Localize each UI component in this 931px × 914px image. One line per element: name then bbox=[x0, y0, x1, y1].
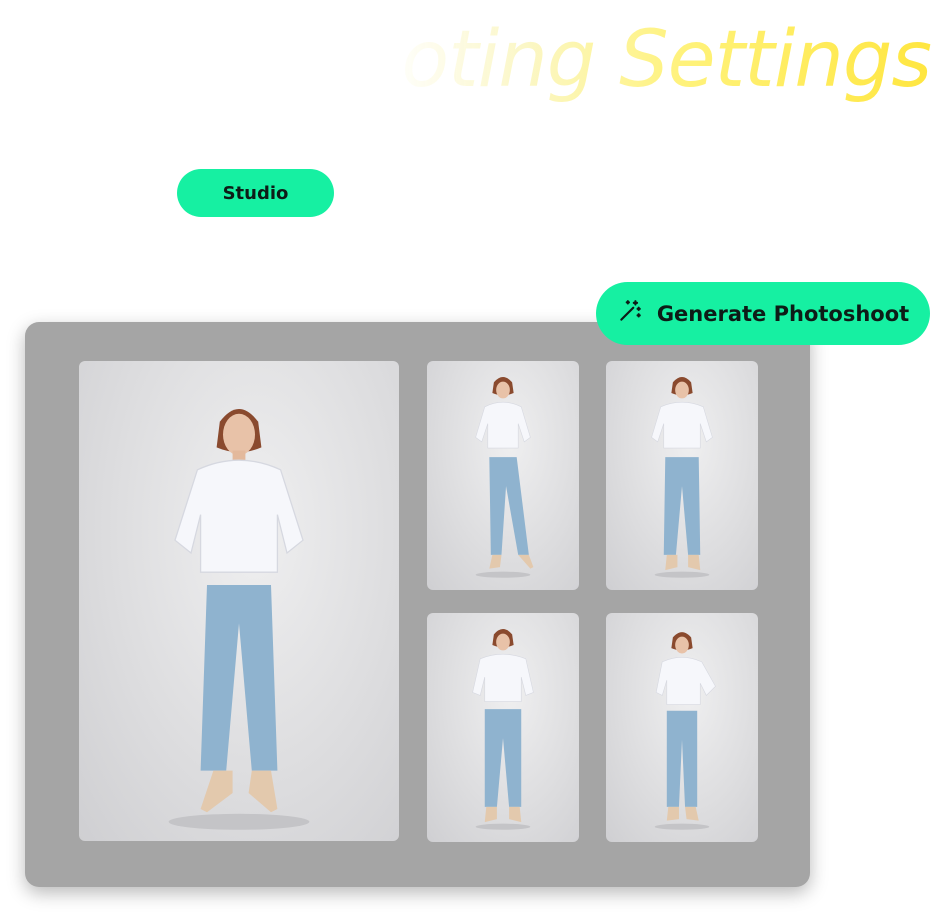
photo-main[interactable] bbox=[79, 361, 399, 841]
photo-walking[interactable] bbox=[427, 361, 579, 590]
magic-wand-icon bbox=[617, 298, 643, 329]
model-figure-image bbox=[651, 377, 713, 578]
photoshoot-gallery bbox=[25, 322, 810, 887]
studio-tag-button[interactable]: Studio bbox=[177, 169, 334, 217]
generate-photoshoot-label: Generate Photoshoot bbox=[656, 301, 910, 326]
model-figure-image bbox=[475, 377, 534, 578]
generate-photoshoot-button[interactable]: Generate Photoshoot bbox=[596, 282, 930, 345]
model-figure-image bbox=[472, 629, 534, 830]
photo-standing[interactable] bbox=[606, 361, 758, 590]
photo-hands-in-pockets[interactable] bbox=[427, 613, 579, 842]
model-figure-image bbox=[654, 632, 716, 830]
page-title: oting Settings bbox=[386, 10, 931, 110]
model-figure-image bbox=[168, 409, 310, 830]
photo-hand-on-hip[interactable] bbox=[606, 613, 758, 842]
